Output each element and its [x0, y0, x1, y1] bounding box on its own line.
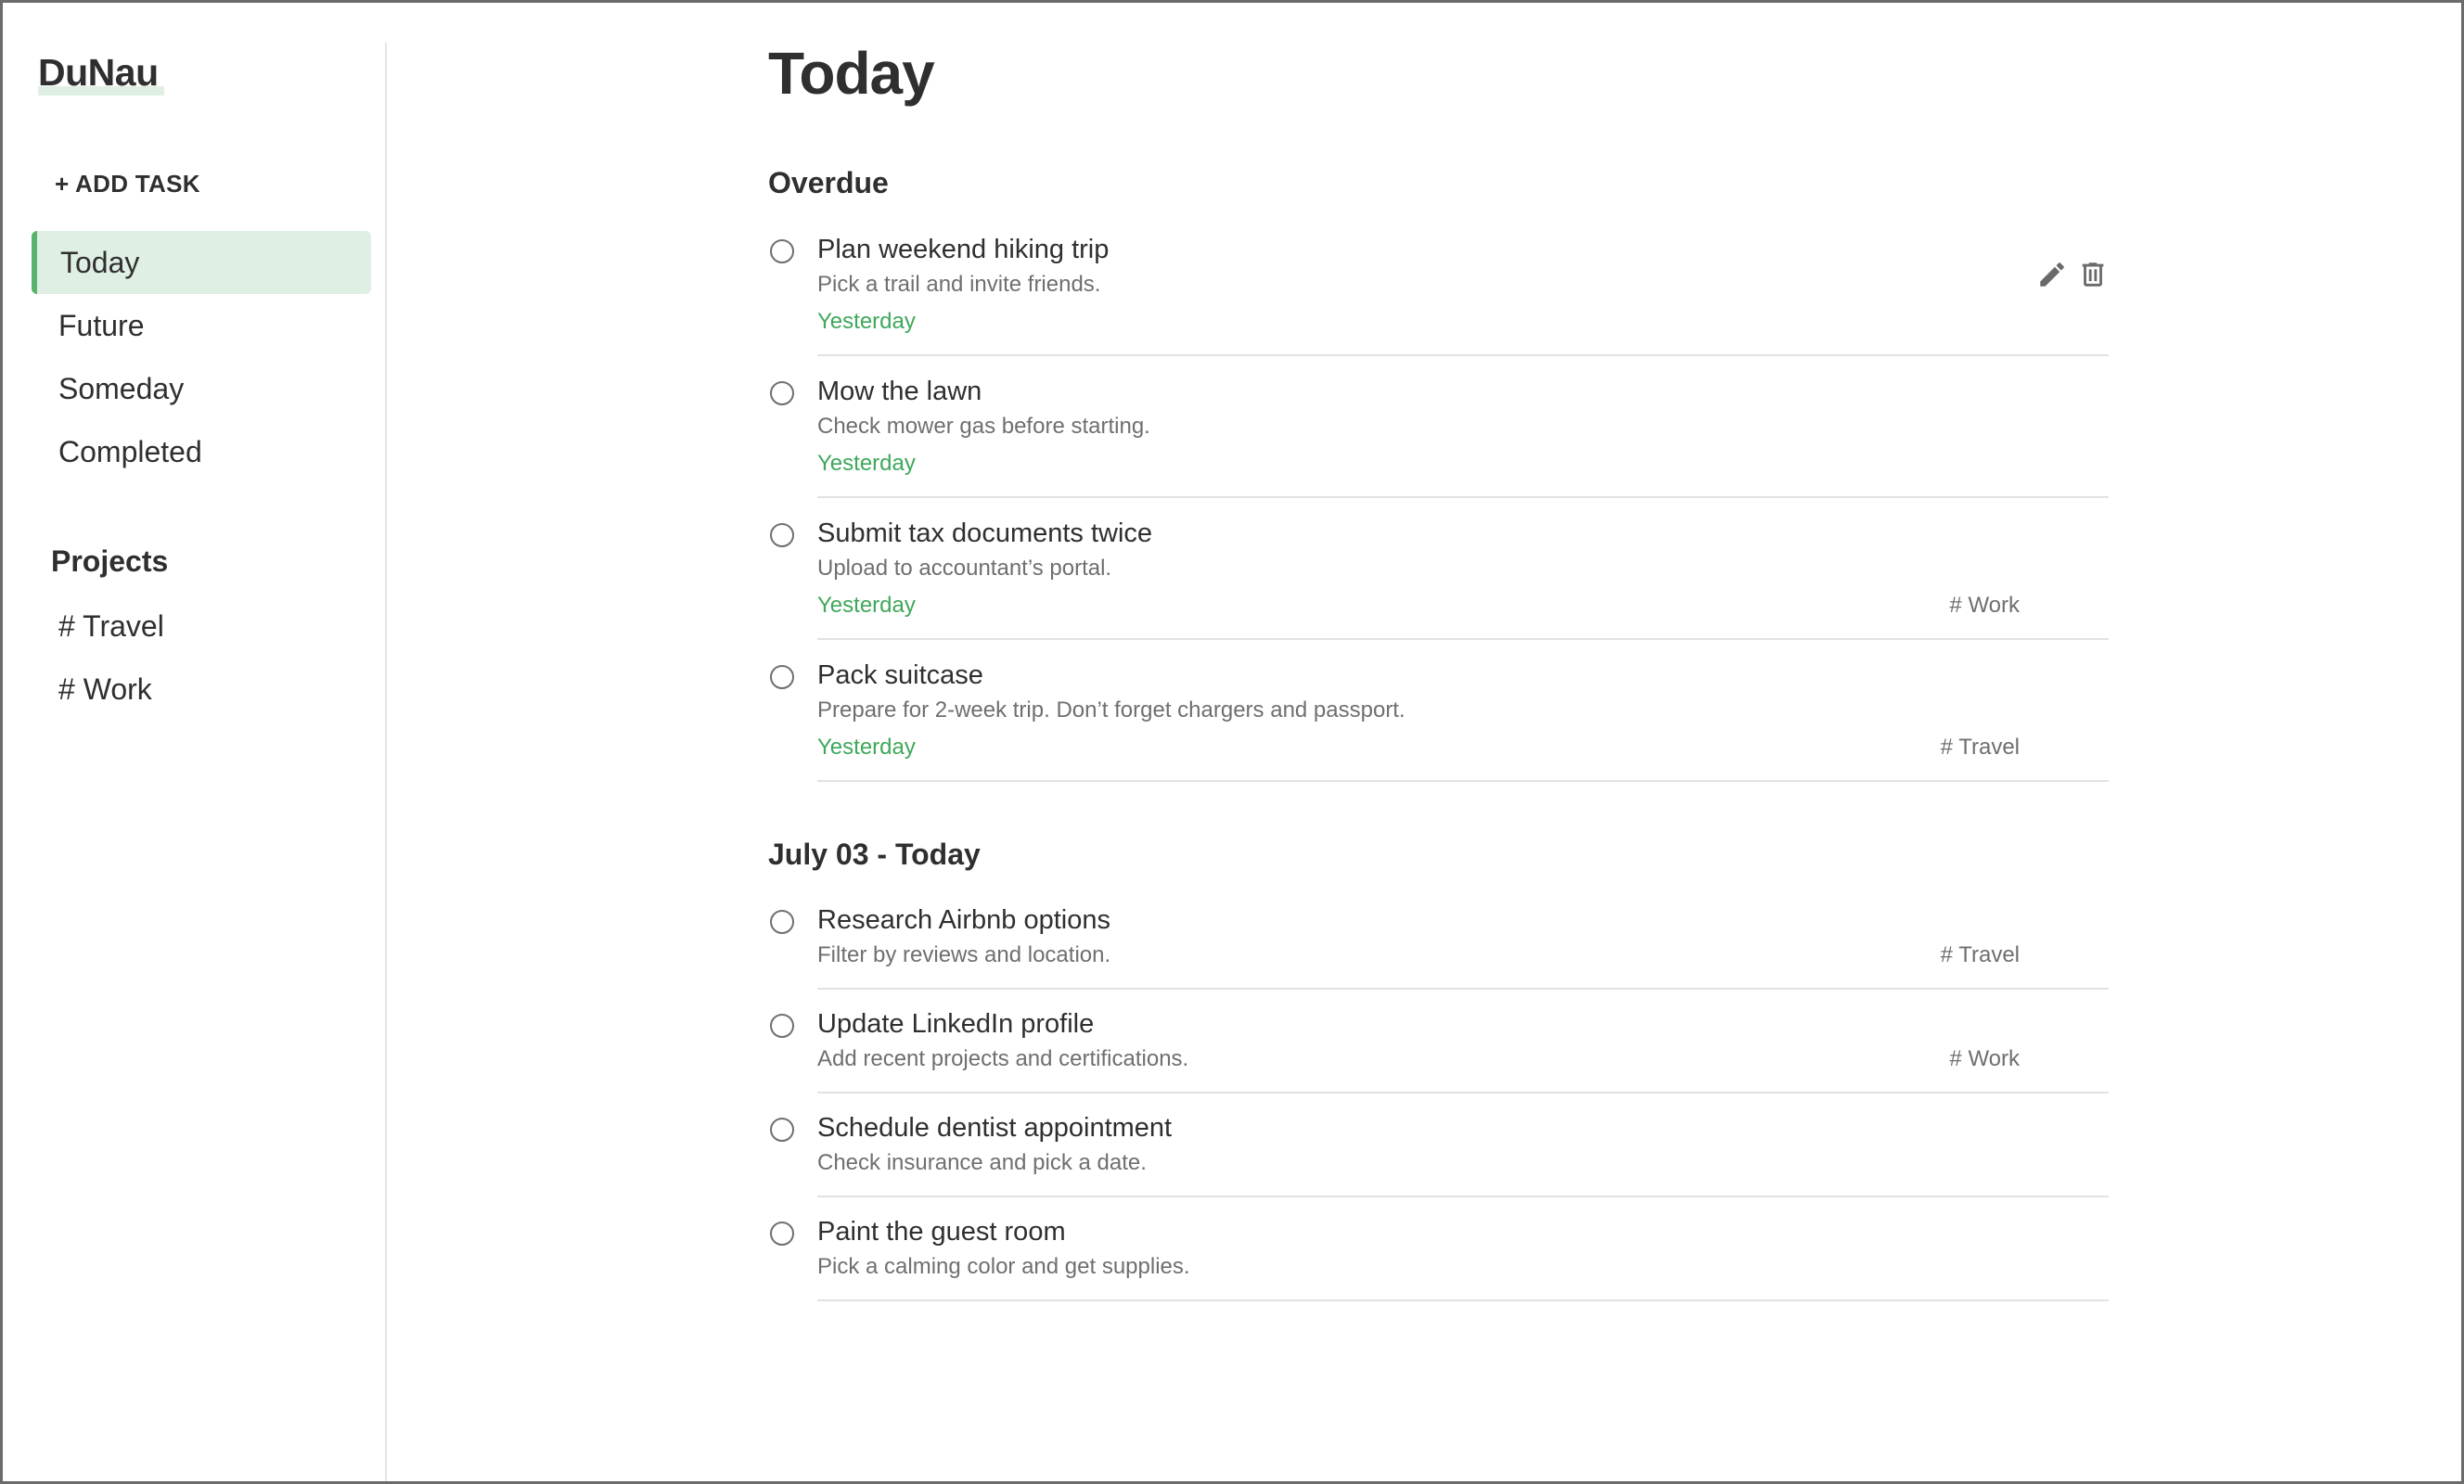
main-content: Today Overdue Plan weekend hiking trip P… — [768, 0, 2113, 1484]
trash-icon[interactable] — [2077, 259, 2109, 290]
pencil-icon[interactable] — [2036, 259, 2068, 290]
complete-checkbox[interactable] — [770, 910, 794, 934]
task-title[interactable]: Paint the guest room — [817, 1217, 1066, 1247]
task-title[interactable]: Schedule dentist appointment — [817, 1113, 1172, 1144]
nav-item-today[interactable]: Today — [32, 231, 371, 294]
complete-checkbox[interactable] — [770, 1014, 794, 1038]
nav-item-someday[interactable]: Someday — [32, 357, 371, 420]
task-due-date: Yesterday — [817, 451, 916, 476]
task-project-tag[interactable]: # Work — [1949, 1046, 2020, 1072]
task-due-date: Yesterday — [817, 735, 916, 760]
page-title: Today — [768, 40, 935, 107]
task-title[interactable]: Update LinkedIn profile — [817, 1009, 1094, 1040]
task-description: Filter by reviews and location. — [817, 942, 1111, 967]
task-description: Prepare for 2-week trip. Don’t forget ch… — [817, 697, 1405, 723]
complete-checkbox[interactable] — [770, 665, 794, 689]
task-description: Upload to accountant’s portal. — [817, 556, 1112, 581]
task-project-tag[interactable]: # Travel — [1941, 735, 2020, 761]
projects-heading: Projects — [51, 544, 169, 578]
task-description: Pick a trail and invite friends. — [817, 272, 1101, 297]
sidebar: DuNau + ADD TASK Today Future Someday Co… — [3, 3, 387, 1481]
app-logo: DuNau — [38, 51, 159, 94]
complete-checkbox[interactable] — [770, 1222, 794, 1246]
task-title[interactable]: Research Airbnb options — [817, 905, 1110, 936]
task-title[interactable]: Plan weekend hiking trip — [817, 235, 1109, 265]
section-heading-today: July 03 - Today — [768, 838, 981, 871]
task-due-date: Yesterday — [817, 309, 916, 334]
nav-item-completed[interactable]: Completed — [32, 420, 371, 483]
task-description: Add recent projects and certifications. — [817, 1046, 1189, 1071]
task-actions — [2036, 259, 2109, 290]
sidebar-divider — [385, 43, 387, 1481]
project-item-work[interactable]: # Work — [32, 658, 371, 721]
task-divider — [817, 1092, 2109, 1094]
complete-checkbox[interactable] — [770, 523, 794, 547]
task-divider — [817, 780, 2109, 782]
task-divider — [817, 988, 2109, 990]
project-item-travel[interactable]: # Travel — [32, 595, 371, 658]
add-task-button[interactable]: + ADD TASK — [55, 170, 200, 198]
complete-checkbox[interactable] — [770, 239, 794, 263]
task-divider — [817, 354, 2109, 356]
task-description: Check mower gas before starting. — [817, 414, 1150, 439]
task-divider — [817, 638, 2109, 640]
task-project-tag[interactable]: # Work — [1949, 593, 2020, 619]
task-project-tag[interactable]: # Travel — [1941, 942, 2020, 968]
task-description: Check insurance and pick a date. — [817, 1150, 1147, 1175]
task-due-date: Yesterday — [817, 593, 916, 618]
task-description: Pick a calming color and get supplies. — [817, 1254, 1190, 1279]
complete-checkbox[interactable] — [770, 1118, 794, 1142]
nav-item-future[interactable]: Future — [32, 294, 371, 357]
task-title[interactable]: Pack suitcase — [817, 660, 983, 691]
task-title[interactable]: Mow the lawn — [817, 377, 982, 407]
task-divider — [817, 1196, 2109, 1197]
task-divider — [817, 1299, 2109, 1301]
task-divider — [817, 496, 2109, 498]
task-title[interactable]: Submit tax documents twice — [817, 518, 1152, 549]
section-heading-overdue: Overdue — [768, 166, 889, 199]
complete-checkbox[interactable] — [770, 381, 794, 405]
